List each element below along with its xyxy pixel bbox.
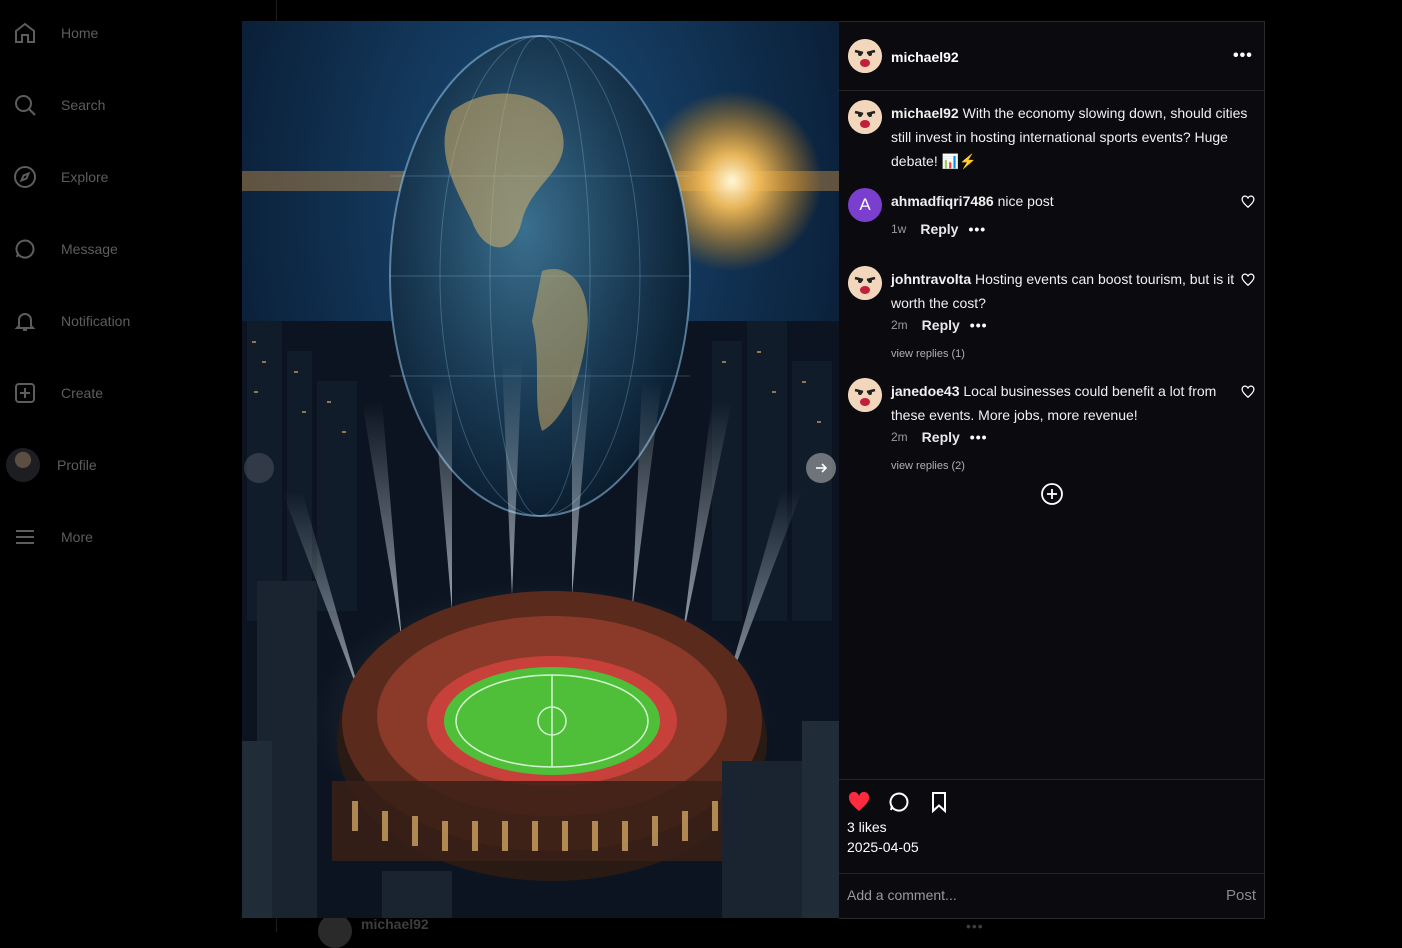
comment: johntravolta Hosting events can boost to… <box>891 267 1236 315</box>
next-image-button[interactable] <box>806 453 836 483</box>
post-date: 2025-04-05 <box>847 839 919 855</box>
nav-notification[interactable]: Notification <box>0 301 270 341</box>
view-replies-link[interactable]: view replies (2) <box>891 460 965 472</box>
feed-username: michael92 <box>361 916 429 932</box>
chat-bubble-icon <box>15 239 35 259</box>
post-more-button[interactable]: ••• <box>1233 48 1253 64</box>
reply-button[interactable]: Reply <box>922 317 960 333</box>
nav-explore[interactable]: Explore <box>0 157 270 197</box>
nav-notification-label: Notification <box>61 313 131 329</box>
menu-icon <box>16 530 34 544</box>
nav-create[interactable]: Create <box>0 373 270 413</box>
heart-icon[interactable] <box>1241 273 1255 287</box>
view-replies-link[interactable]: view replies (1) <box>891 348 965 360</box>
heart-icon[interactable] <box>1241 385 1255 399</box>
caption-username[interactable]: michael92 <box>891 105 959 121</box>
nav-home-label: Home <box>61 25 99 41</box>
post-header: michael92 ••• <box>839 22 1264 91</box>
post-image <box>242 21 839 918</box>
comment-meta: 1w Reply ••• <box>891 221 986 237</box>
comment: janedoe43 Local businesses could benefit… <box>891 379 1236 427</box>
nav-search[interactable]: Search <box>0 85 270 125</box>
arrow-right-icon <box>816 463 828 473</box>
reply-button[interactable]: Reply <box>922 429 960 445</box>
nav-home[interactable]: Home <box>0 13 270 53</box>
post-detail-panel: michael92 ••• michael92 With the economy… <box>839 21 1265 919</box>
heart-icon[interactable] <box>1241 195 1255 209</box>
nav-profile[interactable]: Profile <box>0 445 270 485</box>
avatar[interactable] <box>848 378 882 412</box>
post-comment-button[interactable]: Post <box>1226 887 1256 904</box>
nav-message[interactable]: Message <box>0 229 270 269</box>
comment-text: nice post <box>997 193 1054 209</box>
comment-more-button[interactable]: ••• <box>970 429 988 445</box>
avatar <box>6 448 40 482</box>
nav-more[interactable]: More <box>0 517 270 557</box>
nav-profile-label: Profile <box>57 457 97 473</box>
comment-time: 1w <box>891 222 907 236</box>
prev-image-button[interactable] <box>244 453 274 483</box>
comment-meta: 2m Reply ••• <box>891 317 988 333</box>
nav-more-label: More <box>61 529 93 545</box>
avatar[interactable]: A <box>848 188 882 222</box>
avatar[interactable] <box>848 266 882 300</box>
post-caption: michael92 With the economy slowing down,… <box>891 101 1256 173</box>
caption-emoji: 📊⚡ <box>941 153 977 169</box>
avatar <box>318 914 352 948</box>
nav-message-label: Message <box>61 241 118 257</box>
comment-username[interactable]: johntravolta <box>891 271 971 287</box>
comment-meta: 2m Reply ••• <box>891 429 988 445</box>
comment-username[interactable]: ahmadfiqri7486 <box>891 193 994 209</box>
post-author-username[interactable]: michael92 <box>891 49 959 65</box>
comment-input[interactable]: Add a comment... <box>847 887 957 903</box>
likes-count[interactable]: 3 likes <box>847 819 887 835</box>
nav-explore-label: Explore <box>61 169 109 185</box>
bookmark-icon[interactable] <box>927 790 951 814</box>
comment-time: 2m <box>891 318 908 332</box>
comment-time: 2m <box>891 430 908 444</box>
bell-icon <box>14 313 36 331</box>
heart-filled-icon[interactable] <box>847 790 871 814</box>
comment-username[interactable]: janedoe43 <box>891 383 959 399</box>
comment: ahmadfiqri7486 nice post <box>891 189 1256 213</box>
comment-more-button[interactable]: ••• <box>968 221 986 237</box>
nav-search-label: Search <box>61 97 106 113</box>
avatar[interactable] <box>848 100 882 134</box>
sidebar: Home Search Explore Message Notification… <box>0 0 277 932</box>
home-icon <box>15 22 35 43</box>
plus-square-icon <box>15 383 35 403</box>
reply-button[interactable]: Reply <box>920 221 958 237</box>
compass-icon <box>14 166 36 188</box>
post-actions: 3 likes 2025-04-05 <box>839 779 1264 874</box>
comment-icon[interactable] <box>887 790 911 814</box>
nav-create-label: Create <box>61 385 104 401</box>
search-icon <box>15 95 36 116</box>
load-more-comments-icon[interactable] <box>1040 482 1064 506</box>
comment-more-button[interactable]: ••• <box>970 317 988 333</box>
avatar[interactable] <box>848 39 882 73</box>
